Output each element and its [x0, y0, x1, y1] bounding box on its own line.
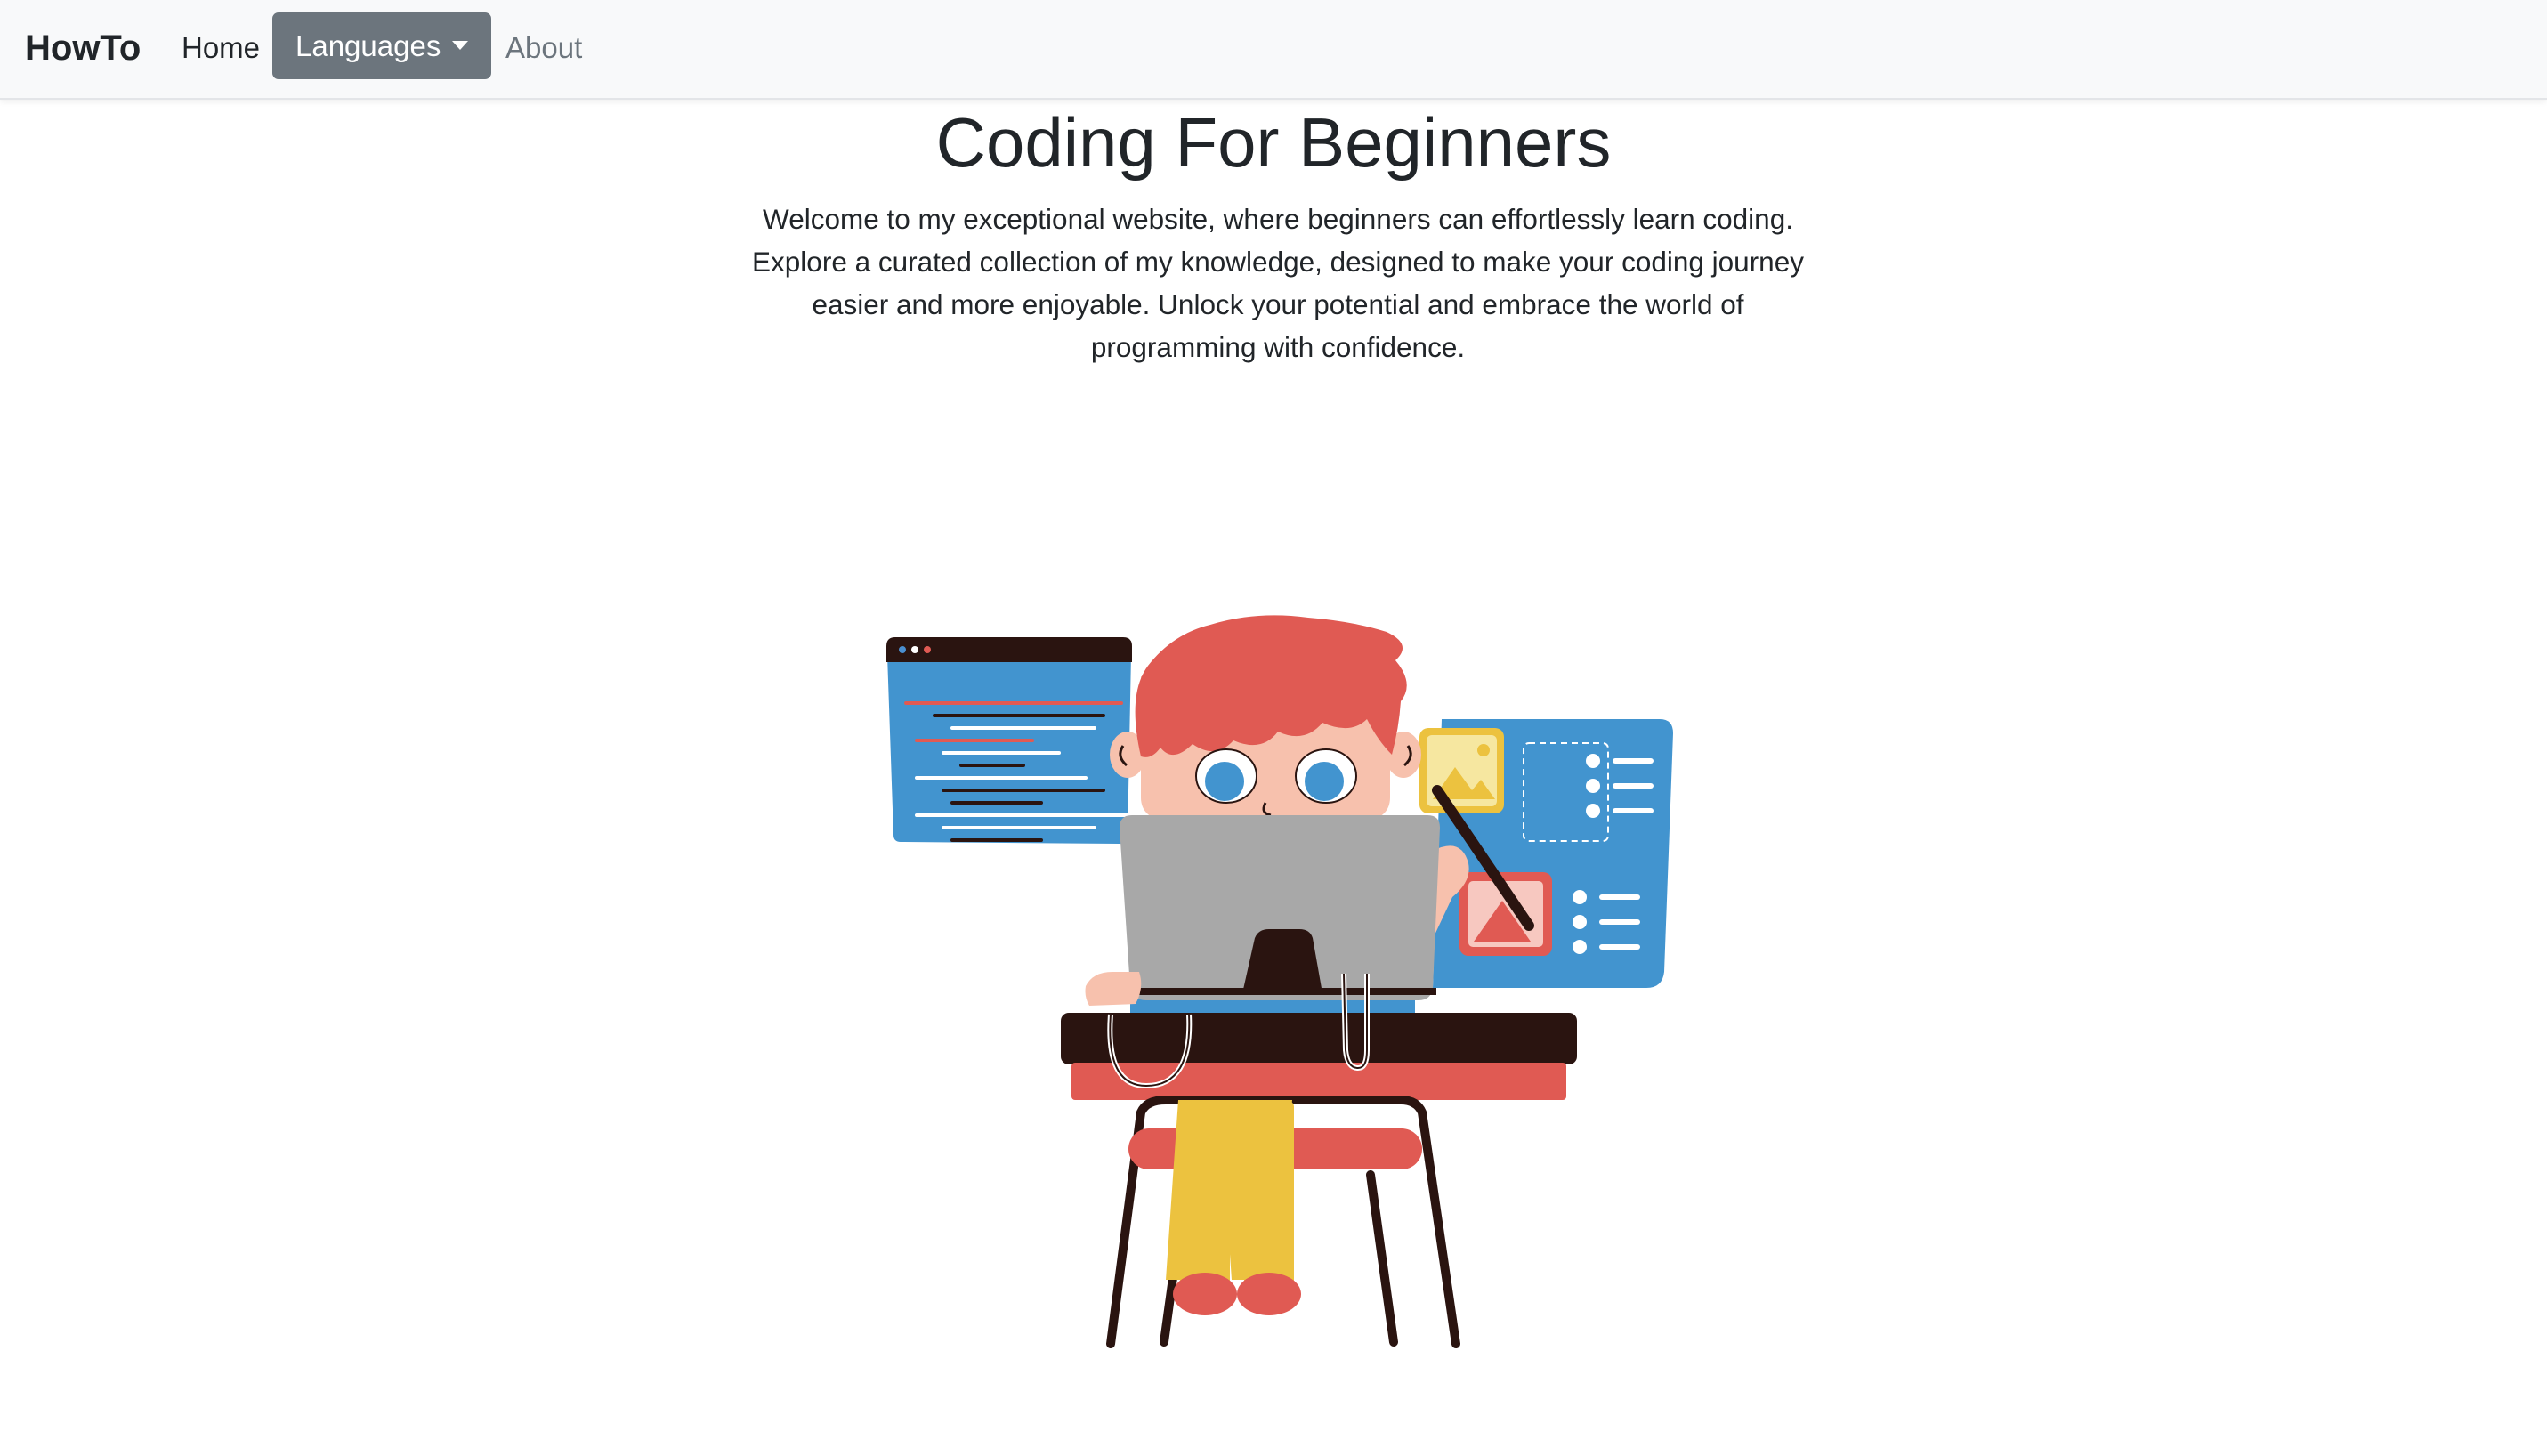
nav-about-link[interactable]: About [505, 23, 582, 73]
navbar: HowTo Home Languages About [0, 0, 2547, 100]
legs-icon [1166, 1100, 1301, 1315]
page-title: Coding For Beginners [935, 103, 1612, 182]
languages-dropdown-label: Languages [295, 29, 441, 62]
languages-dropdown-button[interactable]: Languages [272, 12, 491, 79]
brand-logo[interactable]: HowTo [25, 23, 141, 73]
hero-description: Welcome to my exceptional website, where… [752, 203, 1804, 363]
hand-shape [1085, 972, 1142, 1006]
coding-illustration [886, 615, 1673, 1348]
desk-icon [1061, 1013, 1577, 1348]
code-window-icon [886, 637, 1132, 844]
nav-home-link[interactable]: Home [182, 23, 260, 73]
caret-down-icon [452, 41, 468, 50]
